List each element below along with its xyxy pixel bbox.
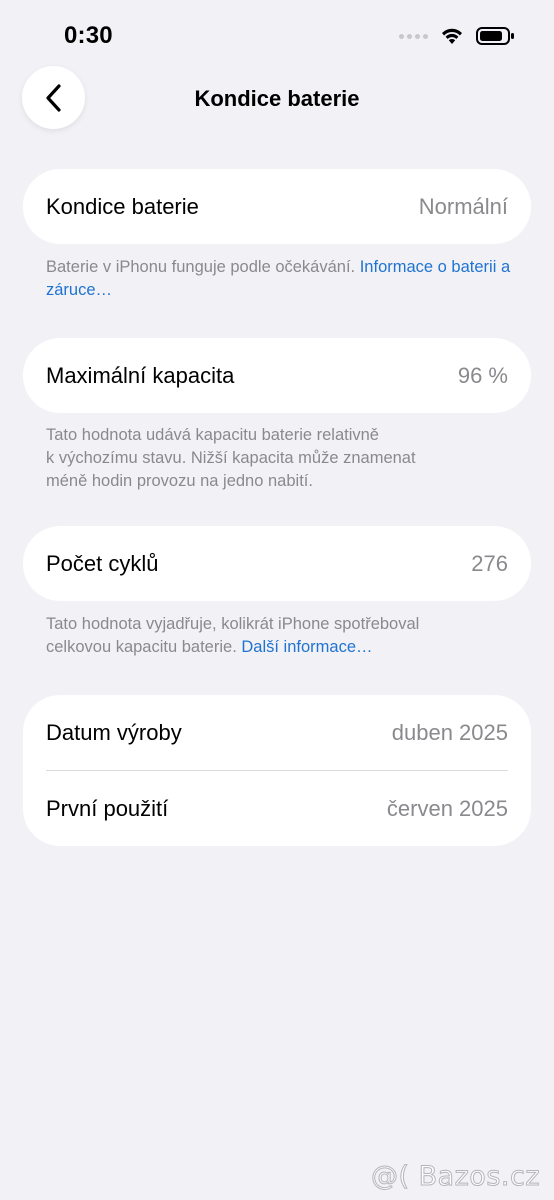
cycle-count-note-line: celkovou kapacitu baterie. Další informa… bbox=[46, 636, 516, 659]
max-capacity-row: Maximální kapacita 96 % bbox=[23, 338, 531, 413]
battery-health-card: Kondice baterie Normální bbox=[23, 169, 531, 244]
battery-health-note-text: Baterie v iPhonu funguje podle očekávání… bbox=[46, 258, 360, 276]
more-info-link[interactable]: Další informace… bbox=[241, 638, 372, 656]
manufacture-date-row: Datum výroby duben 2025 bbox=[23, 695, 531, 770]
manufacture-date-value: duben 2025 bbox=[391, 719, 508, 745]
max-capacity-note-line: k výchozímu stavu. Nižší kapacita může z… bbox=[46, 449, 416, 467]
cycle-count-note: Tato hodnota vyjadřuje, kolikrát iPhone … bbox=[46, 613, 516, 659]
max-capacity-note-line: Tato hodnota udává kapacitu baterie rela… bbox=[46, 426, 379, 444]
battery-icon bbox=[476, 27, 514, 45]
page-title: Kondice baterie bbox=[194, 86, 360, 111]
battery-health-row: Kondice baterie Normální bbox=[23, 169, 531, 244]
status-bar: 0:30 bbox=[0, 0, 554, 70]
dates-card: Datum výroby duben 2025 První použití če… bbox=[23, 695, 531, 846]
status-icons bbox=[399, 26, 516, 46]
max-capacity-note-line: méně hodin provozu na jedno nabití. bbox=[46, 472, 313, 490]
status-time: 0:30 bbox=[64, 22, 113, 49]
cycle-count-note-text: celkovou kapacitu baterie. bbox=[46, 638, 242, 656]
max-capacity-card: Maximální kapacita 96 % bbox=[23, 338, 531, 413]
max-capacity-value: 96 % bbox=[457, 362, 508, 388]
cycle-count-card: Počet cyklů 276 bbox=[23, 526, 531, 601]
first-use-row: První použití červen 2025 bbox=[23, 771, 531, 846]
first-use-label: První použití bbox=[46, 795, 169, 821]
max-capacity-note: Tato hodnota udává kapacitu baterie rela… bbox=[46, 424, 516, 493]
cycle-count-row: Počet cyklů 276 bbox=[23, 526, 531, 601]
wifi-icon bbox=[442, 28, 462, 44]
cycle-count-label: Počet cyklů bbox=[46, 550, 159, 576]
first-use-value: červen 2025 bbox=[386, 795, 508, 821]
cycle-count-value: 276 bbox=[471, 550, 508, 576]
battery-health-note: Baterie v iPhonu funguje podle očekávání… bbox=[46, 256, 516, 302]
bazos-watermark: @( Bazos.cz bbox=[370, 1161, 540, 1193]
nav-bar: Kondice baterie bbox=[0, 66, 554, 130]
battery-health-value: Normální bbox=[418, 193, 508, 219]
manufacture-date-label: Datum výroby bbox=[46, 719, 182, 745]
signal-dots-icon bbox=[399, 33, 428, 39]
battery-health-label: Kondice baterie bbox=[46, 193, 199, 219]
cycle-count-note-line: Tato hodnota vyjadřuje, kolikrát iPhone … bbox=[46, 615, 420, 633]
max-capacity-label: Maximální kapacita bbox=[46, 362, 235, 388]
